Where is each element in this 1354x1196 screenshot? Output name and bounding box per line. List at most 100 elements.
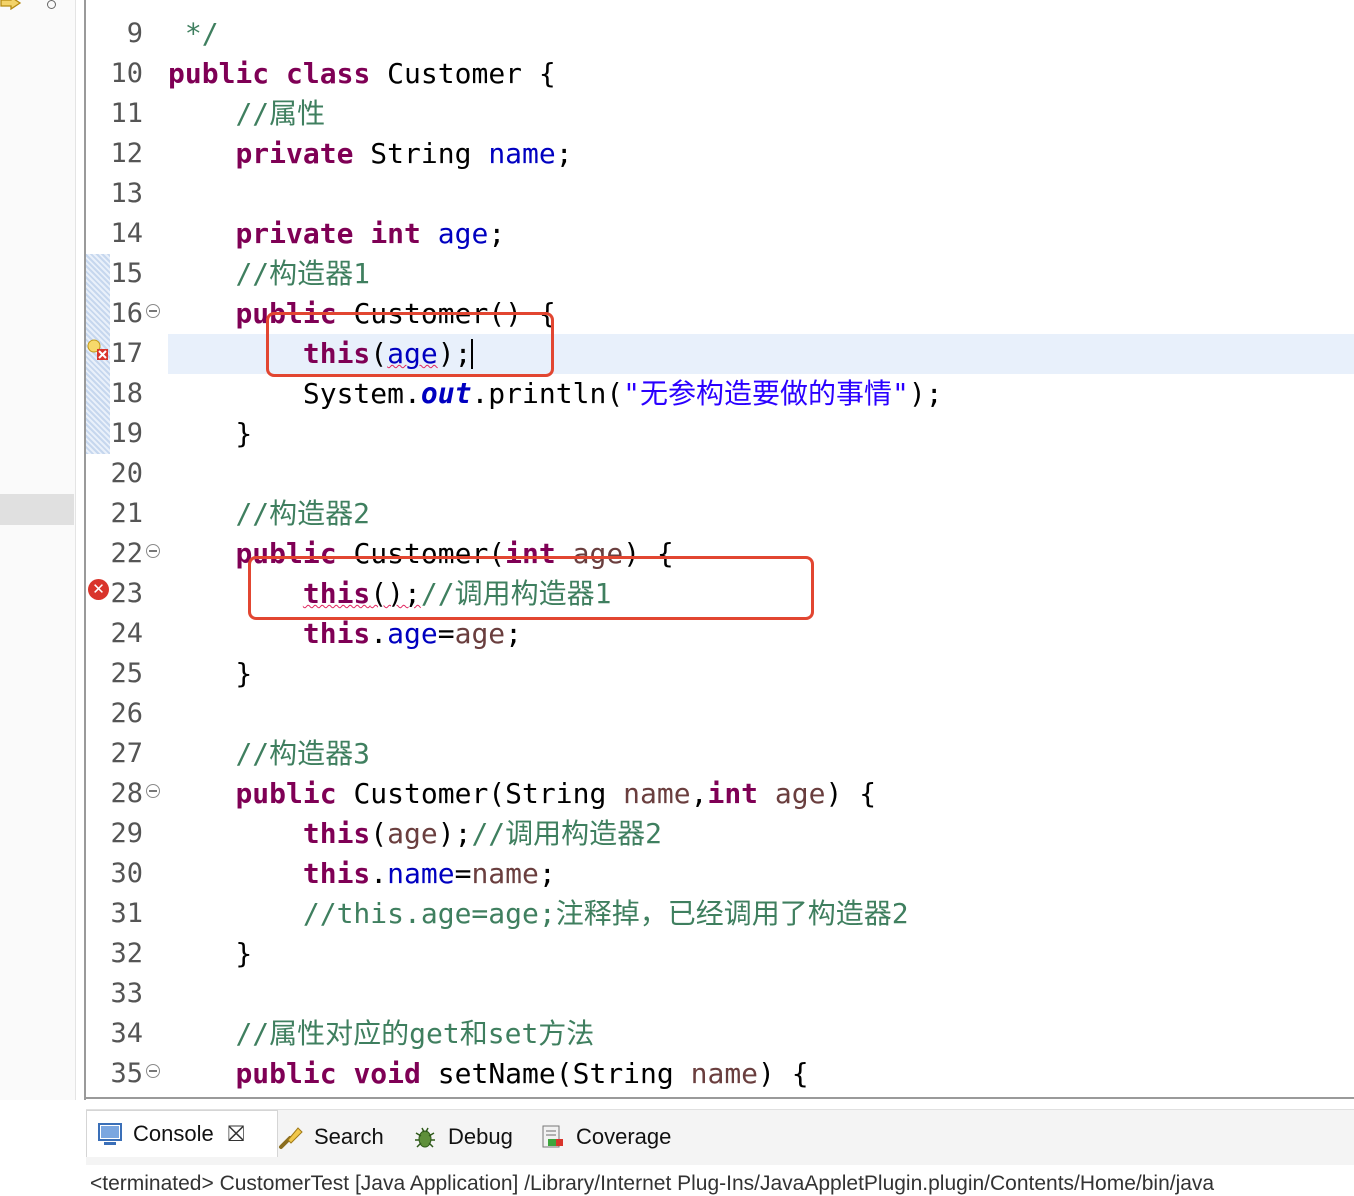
code-line[interactable]: 14 private int age; (86, 214, 1354, 254)
code-text[interactable]: System.out.println("无参构造要做的事情"); (168, 374, 943, 414)
code-line[interactable]: 18 System.out.println("无参构造要做的事情"); (86, 374, 1354, 414)
code-token: Customer(String (336, 777, 624, 810)
fold-collapse-icon[interactable] (146, 1064, 160, 1078)
code-token: age (387, 817, 438, 850)
circle-icon (47, 0, 56, 9)
line-number: 10 (110, 58, 143, 89)
code-text[interactable]: } (168, 414, 252, 454)
quick-fix-error-icon[interactable] (86, 338, 110, 362)
fold-collapse-icon[interactable] (146, 544, 160, 558)
code-text[interactable]: private String name; (168, 134, 572, 174)
code-text[interactable]: this.name=name; (168, 854, 556, 894)
code-text[interactable]: private int age; (168, 214, 505, 254)
code-text[interactable]: //this.age=age;注释掉，已经调用了构造器2 (168, 894, 909, 934)
console-panel: Console ⛝ Search Debug Coverage <termina… (86, 1097, 1354, 1195)
code-line[interactable]: 13 (86, 174, 1354, 214)
code-line[interactable]: 29 this(age);//调用构造器2 (86, 814, 1354, 854)
tab-search[interactable]: Search (278, 1118, 384, 1156)
code-line[interactable]: 25 } (86, 654, 1354, 694)
code-line[interactable]: 30 this.name=name; (86, 854, 1354, 894)
code-text[interactable]: public void setName(String name) { (168, 1054, 808, 1094)
line-number: 30 (110, 858, 143, 889)
code-token: ); (437, 817, 472, 850)
code-text[interactable]: */ (168, 14, 219, 54)
fold-collapse-icon[interactable] (146, 304, 160, 318)
code-line[interactable]: 10 public class Customer { (86, 54, 1354, 94)
line-number: 20 (110, 458, 143, 489)
code-token: ); (908, 377, 943, 410)
line-number: 15 (110, 258, 143, 289)
code-text[interactable]: public class Customer { (168, 54, 556, 94)
code-text[interactable]: //构造器2 (168, 494, 370, 534)
line-number: 25 (110, 658, 143, 689)
code-text[interactable]: //构造器3 (168, 734, 370, 774)
line-number: 26 (110, 698, 143, 729)
code-text[interactable]: } (168, 654, 252, 694)
line-number: 19 (110, 418, 143, 449)
code-line[interactable]: 26 (86, 694, 1354, 734)
code-line[interactable]: 35 public void setName(String name) { (86, 1054, 1354, 1094)
fold-collapse-icon[interactable] (146, 784, 160, 798)
error-icon[interactable]: ✕ (88, 579, 109, 600)
code-token: int (370, 217, 421, 250)
code-line[interactable]: 19 } (86, 414, 1354, 454)
view-tabs: Console ⛝ Search Debug Coverage <termina… (86, 1109, 1354, 1195)
code-line[interactable]: 9 */ (86, 14, 1354, 54)
line-number: 34 (110, 1018, 143, 1049)
code-token: ( (370, 817, 388, 850)
code-line[interactable]: 15 //构造器1 (86, 254, 1354, 294)
code-text[interactable]: //构造器1 (168, 254, 370, 294)
arrow-right-icon (0, 0, 22, 10)
line-number: 16 (110, 298, 143, 329)
code-editor[interactable]: 9 */ 10 public class Customer {11 //属性 12 p… (86, 0, 1354, 1097)
code-line[interactable]: 20 (86, 454, 1354, 494)
code-token: //属性 (235, 97, 326, 130)
code-token: age (454, 617, 506, 650)
code-text[interactable]: public Customer(String name,int age) { (168, 774, 876, 814)
search-icon (279, 1127, 303, 1149)
tab-console[interactable]: Console ⛝ (86, 1110, 278, 1157)
code-token: .println( (471, 377, 624, 410)
code-text[interactable]: //属性对应的get和set方法 (168, 1014, 594, 1054)
line-number: 13 (110, 178, 143, 209)
code-token: String (353, 137, 489, 170)
code-token: ; (538, 857, 556, 890)
code-token: //构造器1 (235, 257, 371, 290)
code-line[interactable]: 34 //属性对应的get和set方法 (86, 1014, 1354, 1054)
line-number: 27 (110, 738, 143, 769)
code-token: out (420, 377, 472, 410)
code-token: this (302, 857, 371, 890)
code-text[interactable]: this(age);//调用构造器2 (168, 814, 662, 854)
line-number: 24 (110, 618, 143, 649)
code-token: this (302, 817, 371, 850)
code-line[interactable]: 31 //this.age=age;注释掉，已经调用了构造器2 (86, 894, 1354, 934)
close-icon[interactable]: ⛝ (228, 1122, 245, 1147)
code-text[interactable]: this.age=age; (168, 614, 522, 654)
code-line[interactable]: 12 private String name; (86, 134, 1354, 174)
code-token: setName(String (420, 1057, 691, 1090)
code-line[interactable]: 11 //属性 (86, 94, 1354, 134)
code-line[interactable]: 21 //构造器2 (86, 494, 1354, 534)
console-status-line: <terminated> CustomerTest [Java Applicat… (90, 1172, 1215, 1195)
code-token: this (302, 617, 371, 650)
code-line[interactable]: 33 (86, 974, 1354, 1014)
selected-row[interactable] (0, 494, 74, 525)
code-line[interactable]: 28 public Customer(String name,int age) … (86, 774, 1354, 814)
code-token: //构造器2 (235, 497, 371, 530)
tab-coverage[interactable]: Coverage (540, 1118, 671, 1156)
code-token: System. (168, 377, 421, 410)
code-line[interactable]: 27 //构造器3 (86, 734, 1354, 774)
code-text[interactable]: } (168, 934, 252, 974)
code-line[interactable]: 24 this.age=age; (86, 614, 1354, 654)
line-number: 33 (110, 978, 143, 1009)
tab-debug[interactable]: Debug (412, 1118, 513, 1156)
code-line[interactable]: 32 } (86, 934, 1354, 974)
code-text[interactable]: //属性 (168, 94, 325, 134)
